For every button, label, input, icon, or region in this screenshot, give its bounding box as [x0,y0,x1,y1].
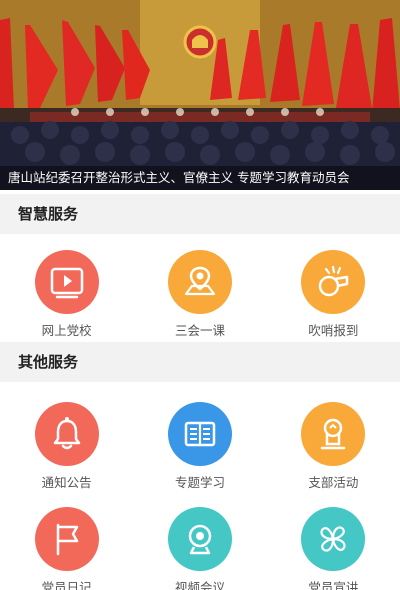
service-topic-study[interactable]: 专题学习 [133,400,266,505]
service-label: 网上党校 [41,323,92,338]
service-notices[interactable]: 通知公告 [0,400,133,505]
service-label: 党员宣讲 [308,580,359,590]
banner-caption: 唐山站纪委召开整治形式主义、官僚主义 专题学习教育动员会 [0,166,400,190]
news-banner[interactable]: 唐山站纪委召开整治形式主义、官僚主义 专题学习教育动员会 [0,0,400,190]
book-icon [167,402,232,466]
service-whistle-report[interactable]: 吹哨报到 [267,248,400,343]
service-label: 党员日记 [41,580,92,590]
service-label: 通知公告 [41,475,92,490]
service-label: 支部活动 [308,475,359,490]
map-pin-icon [167,250,232,314]
service-label: 三会一课 [174,323,225,338]
service-label: 专题学习 [174,475,225,490]
bell-icon [34,402,99,466]
service-label: 视频会议 [174,580,225,590]
service-three-meetings-one-lesson[interactable]: 三会一课 [133,248,266,343]
section-title-smart-services: 智慧服务 [0,194,400,234]
video-icon [34,250,99,314]
service-label: 吹哨报到 [308,323,359,338]
service-branch-activities[interactable]: 支部活动 [267,400,400,505]
service-member-lectures[interactable]: 党员宣讲 [267,505,400,590]
section-title-other-services: 其他服务 [0,342,400,382]
service-video-conference[interactable]: 视频会议 [133,505,266,590]
flag-icon [34,507,99,571]
service-online-party-school[interactable]: 网上党校 [0,248,133,343]
fan-icon [301,507,366,571]
webcam-icon [167,507,232,571]
other-services-grid: 通知公告 专题学习 支部活动 党员日记 视频会议 党员宣讲 [0,400,400,590]
smart-services-grid: 网上党校 三会一课 吹哨报到 [0,248,400,338]
service-member-diary[interactable]: 党员日记 [0,505,133,590]
whistle-icon [301,250,366,314]
activity-icon [301,402,366,466]
banner-photo [0,0,400,190]
